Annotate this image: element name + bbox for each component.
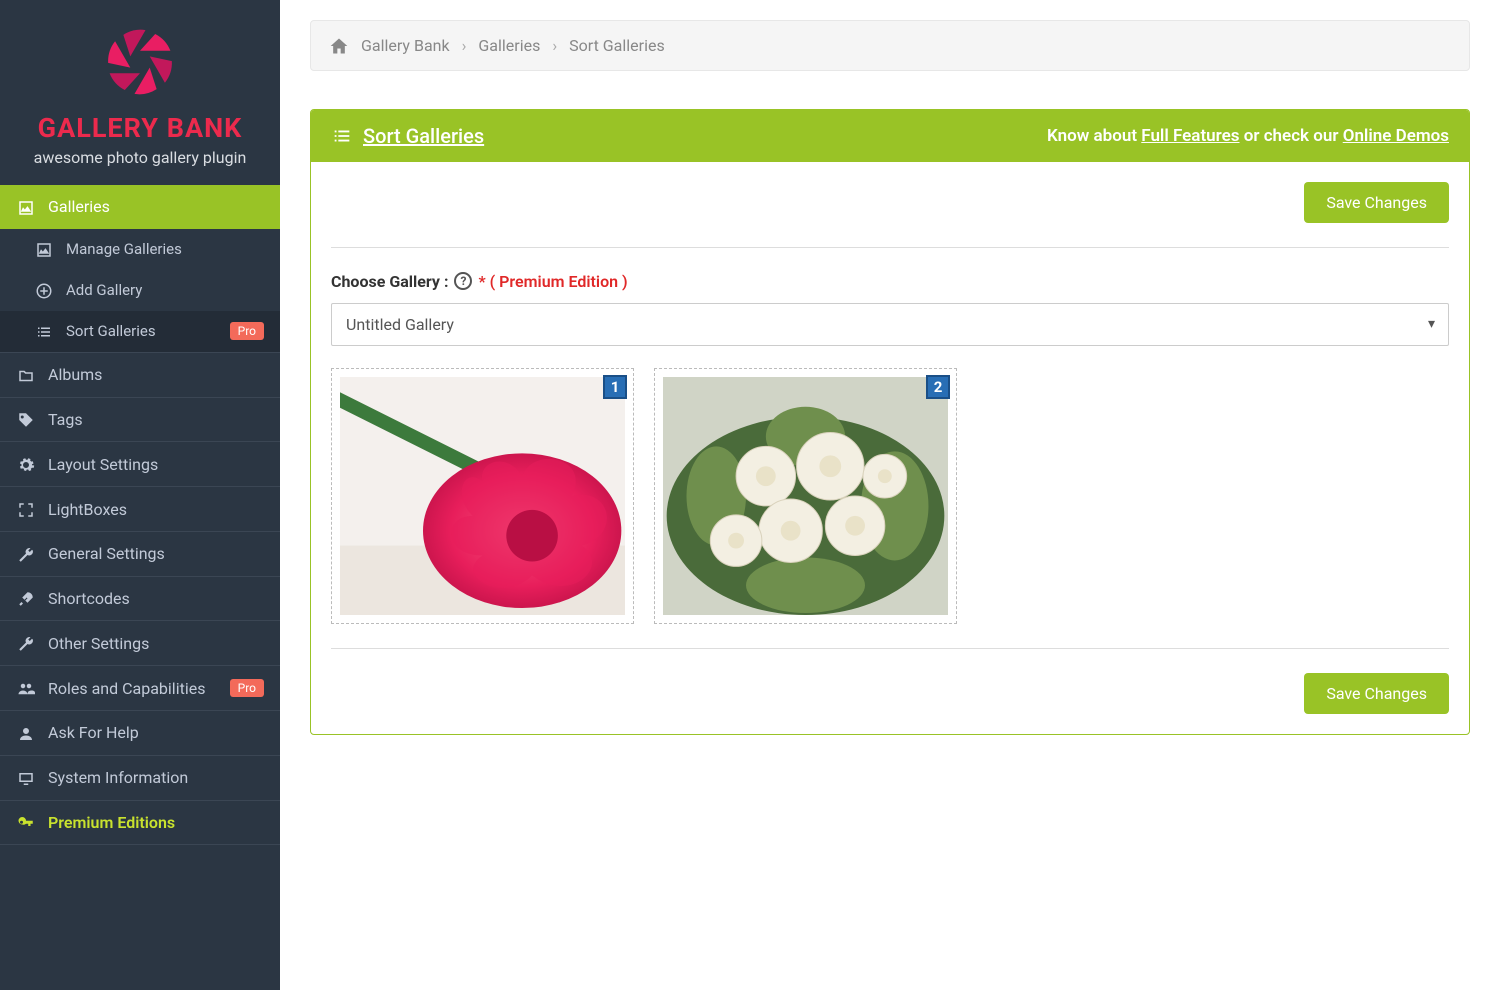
panel-title-text: Sort Galleries [363, 124, 484, 148]
sidebar-item-label: Layout Settings [48, 455, 158, 474]
pro-badge: Pro [230, 679, 264, 697]
sidebar-item-label: Sort Galleries [66, 322, 156, 340]
help-icon[interactable]: ? [454, 272, 472, 290]
sidebar-item-galleries[interactable]: Galleries [0, 185, 280, 229]
sidebar-item-help[interactable]: Ask For Help [0, 710, 280, 755]
chevron-right-icon: › [462, 36, 467, 55]
breadcrumb-l1[interactable]: Galleries [478, 36, 540, 55]
gallery-tile[interactable]: 1 [331, 368, 634, 624]
sidebar-item-general-settings[interactable]: General Settings [0, 531, 280, 576]
sidebar-item-label: Add Gallery [66, 281, 142, 299]
wrench-icon [16, 633, 36, 653]
main-content: Gallery Bank › Galleries › Sort Gallerie… [280, 0, 1500, 990]
thumbnail-image [663, 377, 948, 615]
gallery-select[interactable]: Untitled Gallery [331, 303, 1449, 346]
save-changes-button[interactable]: Save Changes [1304, 673, 1449, 714]
breadcrumb-root[interactable]: Gallery Bank [361, 36, 450, 55]
sidebar-item-label: General Settings [48, 544, 165, 563]
sidebar-sub-sort-galleries[interactable]: Sort Galleries Pro [0, 311, 280, 352]
sidebar: GALLERY BANK awesome photo gallery plugi… [0, 0, 280, 990]
sidebar-item-roles[interactable]: Roles and Capabilities Pro [0, 665, 280, 710]
sort-galleries-panel: Sort Galleries Know about Full Features … [310, 109, 1470, 735]
online-demos-link[interactable]: Online Demos [1343, 126, 1449, 146]
full-features-link[interactable]: Full Features [1141, 126, 1239, 146]
sidebar-item-label: Manage Galleries [66, 240, 182, 258]
users-icon [16, 678, 36, 698]
rocket-icon [16, 589, 36, 609]
logo-block: GALLERY BANK awesome photo gallery plugi… [0, 0, 280, 185]
sidebar-item-label: Shortcodes [48, 589, 130, 608]
wrench-icon [16, 544, 36, 564]
sidebar-item-label: Tags [48, 410, 83, 429]
user-icon [16, 723, 36, 743]
sidebar-item-label: Albums [48, 365, 102, 384]
panel-title: Sort Galleries [331, 124, 484, 148]
sidebar-item-other-settings[interactable]: Other Settings [0, 620, 280, 665]
save-changes-button[interactable]: Save Changes [1304, 182, 1449, 223]
divider [331, 247, 1449, 248]
plus-circle-icon [34, 281, 54, 300]
tile-number-badge: 1 [603, 375, 627, 399]
sidebar-item-label: Other Settings [48, 634, 149, 653]
pro-badge: Pro [230, 322, 264, 340]
choose-gallery-label: Choose Gallery : ? * ( Premium Edition ) [331, 272, 1449, 291]
gallery-tiles: 1 2 [331, 368, 1449, 624]
gallery-tile[interactable]: 2 [654, 368, 957, 624]
sidebar-item-label: Roles and Capabilities [48, 679, 205, 698]
key-icon [16, 813, 36, 833]
sidebar-item-layout-settings[interactable]: Layout Settings [0, 441, 280, 486]
sidebar-item-albums[interactable]: Albums [0, 352, 280, 397]
divider [331, 648, 1449, 649]
sidebar-sub-add-gallery[interactable]: Add Gallery [0, 270, 280, 311]
breadcrumb-l2: Sort Galleries [569, 36, 665, 55]
panel-header: Sort Galleries Know about Full Features … [311, 110, 1469, 162]
list-icon [34, 322, 54, 341]
shutter-logo-icon [100, 22, 180, 102]
sidebar-item-system-info[interactable]: System Information [0, 755, 280, 800]
sidebar-item-label: Ask For Help [48, 723, 139, 742]
list-icon [331, 125, 353, 147]
thumbnail-image [340, 377, 625, 615]
brand-tagline: awesome photo gallery plugin [10, 148, 270, 167]
home-icon[interactable] [329, 35, 349, 56]
panel-cta: Know about Full Features or check our On… [1047, 126, 1449, 146]
sidebar-item-label: Premium Editions [48, 813, 175, 832]
image-icon [16, 197, 36, 217]
sidebar-sub-manage-galleries[interactable]: Manage Galleries [0, 229, 280, 270]
sidebar-item-lightboxes[interactable]: LightBoxes [0, 486, 280, 531]
breadcrumb: Gallery Bank › Galleries › Sort Gallerie… [310, 20, 1470, 71]
gallery-select-wrap: Untitled Gallery [331, 303, 1449, 346]
sidebar-item-tags[interactable]: Tags [0, 397, 280, 442]
chevron-right-icon: › [552, 36, 557, 55]
brand-name: GALLERY BANK [10, 112, 270, 144]
image-icon [34, 240, 54, 259]
sidebar-item-shortcodes[interactable]: Shortcodes [0, 576, 280, 621]
sidebar-item-label: System Information [48, 768, 188, 787]
sidebar-item-premium-editions[interactable]: Premium Editions [0, 800, 280, 846]
gear-icon [16, 454, 36, 474]
expand-icon [16, 499, 36, 519]
panel-body: Save Changes Choose Gallery : ? * ( Prem… [311, 162, 1469, 734]
tag-icon [16, 410, 36, 430]
sidebar-item-label: LightBoxes [48, 500, 127, 519]
monitor-icon [16, 768, 36, 788]
tile-number-badge: 2 [926, 375, 950, 399]
folder-icon [16, 365, 36, 385]
premium-note: * ( Premium Edition ) [478, 272, 627, 291]
sidebar-item-label: Galleries [48, 197, 110, 216]
